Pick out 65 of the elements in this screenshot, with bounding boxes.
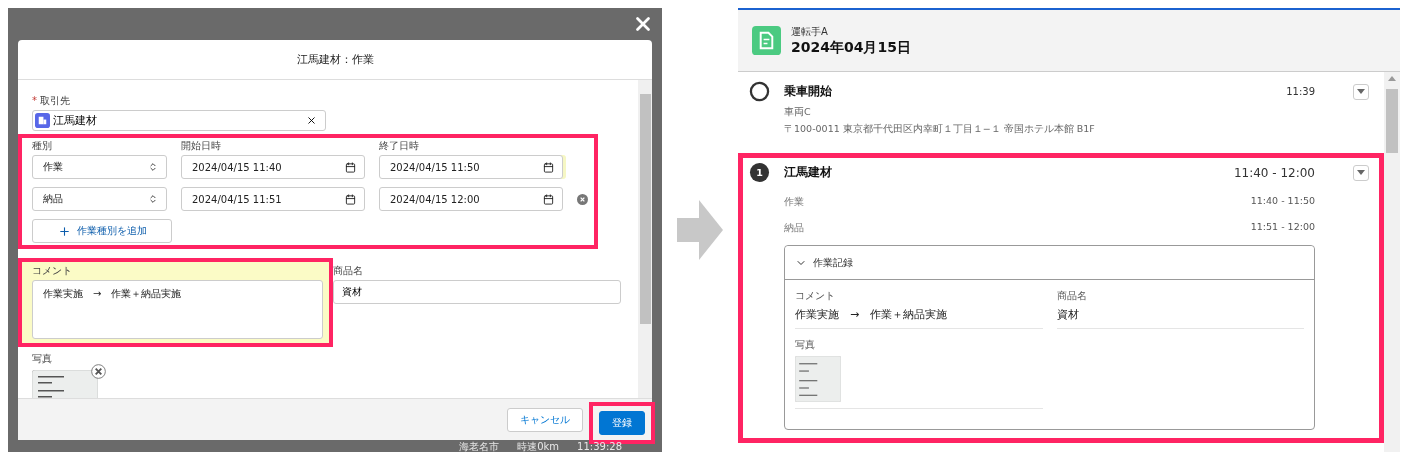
map-label: 海老名市 xyxy=(459,441,500,452)
remove-icon[interactable] xyxy=(577,193,588,205)
plus-icon xyxy=(57,224,71,238)
calendar-icon[interactable] xyxy=(543,161,554,173)
menu-button[interactable] xyxy=(1353,83,1369,100)
stop-time: 11:40 - 12:00 xyxy=(1233,165,1315,180)
task-time: 11:51 - 12:00 xyxy=(1250,221,1315,234)
field-label: コメント xyxy=(32,264,73,278)
column-label: 種別 xyxy=(32,139,53,153)
driver-name: 運転手A xyxy=(791,24,829,39)
task-time: 11:40 - 11:50 xyxy=(1250,195,1315,208)
date-field[interactable]: 2024/04/15 12:00 xyxy=(379,187,563,211)
date-field[interactable]: 2024/04/15 11:40 xyxy=(181,155,365,179)
map-label: 11:39:28 xyxy=(577,441,622,452)
scrollbar-thumb[interactable] xyxy=(639,94,651,324)
register-button[interactable]: 登録 xyxy=(599,410,645,435)
product-field[interactable]: 資材 xyxy=(333,280,621,304)
circle-icon xyxy=(749,81,770,102)
field-label: 写真 xyxy=(32,352,53,366)
calendar-icon[interactable] xyxy=(345,193,356,205)
record-label: 商品名 xyxy=(1056,290,1088,303)
stop-time: 11:39 xyxy=(1286,86,1315,97)
menu-button[interactable] xyxy=(1353,164,1369,181)
record-label: コメント xyxy=(795,290,836,303)
required-mark: * xyxy=(32,95,37,106)
stop-title: 乗車開始 xyxy=(784,83,833,100)
field-label: 商品名 xyxy=(333,264,364,278)
record-label: 写真 xyxy=(795,339,816,352)
task-name: 作業 xyxy=(784,195,804,209)
stop-detail: 車両C xyxy=(784,106,812,119)
scrollbar[interactable] xyxy=(638,80,652,398)
cancel-button[interactable]: キャンセル xyxy=(507,407,583,432)
modal-title: 江馬建材：作業 xyxy=(296,52,374,67)
column-label: 終了日時 xyxy=(379,139,420,153)
sort-arrows-icon xyxy=(148,194,158,204)
date-field[interactable]: 2024/04/15 11:51 xyxy=(181,187,365,211)
remove-icon[interactable] xyxy=(91,364,106,379)
task-name: 納品 xyxy=(784,221,804,235)
date-field[interactable]: 2024/04/15 11:50 xyxy=(379,155,563,179)
step-number: 1 xyxy=(749,162,770,183)
type-select[interactable]: 作業 xyxy=(32,155,167,179)
column-label: 開始日時 xyxy=(181,139,222,153)
account-icon xyxy=(35,113,50,128)
sort-arrows-icon xyxy=(148,162,158,172)
map-label: 時速0km xyxy=(517,441,560,452)
account-field[interactable]: 江馬建材 xyxy=(32,110,326,131)
record-value: 作業実施 → 作業＋納品実施 xyxy=(795,307,949,322)
add-type-button[interactable]: 作業種別を追加 xyxy=(32,219,172,243)
clear-icon[interactable] xyxy=(306,115,317,126)
record-header[interactable]: 作業記録 xyxy=(785,246,1314,280)
scrollbar[interactable] xyxy=(1384,72,1400,452)
report-icon xyxy=(752,26,781,55)
type-select[interactable]: 納品 xyxy=(32,187,167,211)
arrow-icon xyxy=(677,200,723,260)
stop-title: 江馬建材 xyxy=(784,164,833,181)
calendar-icon[interactable] xyxy=(345,161,356,173)
scrollbar-thumb[interactable] xyxy=(1386,89,1398,153)
caret-icon xyxy=(1357,170,1365,175)
date-title: 2024年04月15日 xyxy=(791,38,911,57)
stop-detail: 〒100-0011 東京都千代田区内幸町１丁目１−１ 帝国ホテル本館 B1F xyxy=(784,123,1096,136)
comment-field[interactable]: 作業実施 → 作業＋納品実施 xyxy=(32,280,323,339)
calendar-icon[interactable] xyxy=(543,193,554,205)
record-value: 資材 xyxy=(1056,307,1080,322)
field-label: 取引先 xyxy=(40,95,70,106)
caret-icon xyxy=(1357,89,1365,94)
